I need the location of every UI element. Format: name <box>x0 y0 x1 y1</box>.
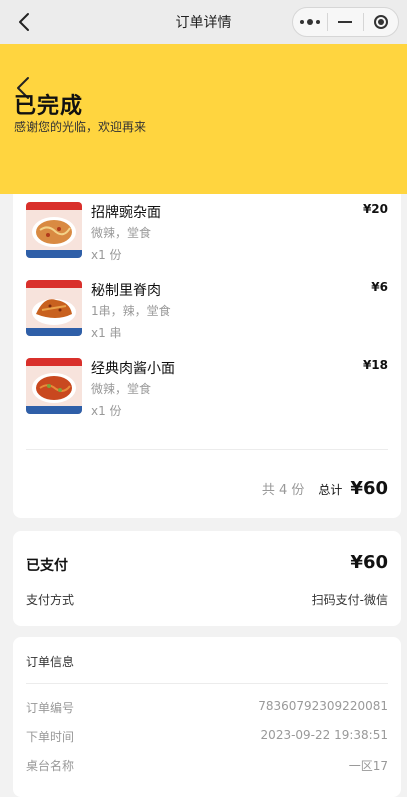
item-spec: 1串，辣，堂食 <box>91 304 171 318</box>
total-label: 总计 <box>318 483 343 497</box>
nav-bar: 订单详情 <box>0 0 407 44</box>
page-title: 订单详情 <box>175 15 232 31</box>
total-value: ¥60 <box>350 478 388 499</box>
order-number[interactable]: 78360792309220081 <box>258 699 388 713</box>
more-button[interactable] <box>293 8 327 36</box>
info-label: 桌台名称 <box>26 759 75 773</box>
dish-thumbnail <box>26 202 82 258</box>
dish-thumbnail <box>26 280 82 336</box>
close-button[interactable] <box>364 8 398 36</box>
order-summary: 共 4 份 总计 ¥60 <box>262 478 388 499</box>
order-info-card: 订单信息 订单编号 78360792309220081 下单时间 2023-09… <box>13 637 401 797</box>
item-count: 共 4 份 <box>261 483 305 498</box>
item-quantity: x1 串 <box>91 326 122 340</box>
order-item[interactable]: 经典肉酱小面 微辣，堂食 x1 份 ¥18 <box>26 358 388 418</box>
items-divider <box>26 449 388 450</box>
order-item[interactable]: 招牌豌杂面 微辣，堂食 x1 份 ¥20 <box>26 202 388 262</box>
item-price: ¥18 <box>362 358 388 372</box>
payment-amount: ¥60 <box>350 552 388 573</box>
info-divider <box>26 683 388 684</box>
mini-program-capsule <box>292 7 399 37</box>
close-target-icon <box>373 15 388 29</box>
item-name: 秘制里脊肉 <box>91 283 161 299</box>
payment-status: 已支付 <box>26 558 68 574</box>
more-dots-icon <box>300 19 321 25</box>
item-spec: 微辣，堂食 <box>91 382 152 396</box>
order-items-card: 招牌豌杂面 微辣，堂食 x1 份 ¥20 秘制里脊肉 1串，辣，堂食 x1 串 … <box>13 194 401 518</box>
order-time-row: 下单时间 2023-09-22 19:38:51 <box>26 728 388 746</box>
order-info-title: 订单信息 <box>26 655 75 669</box>
minimize-button[interactable] <box>328 8 362 36</box>
dish-thumbnail <box>26 358 82 414</box>
item-quantity: x1 份 <box>91 248 122 262</box>
order-status-subtitle: 感谢您的光临，欢迎再来 <box>14 120 147 134</box>
table-name-row: 桌台名称 一区17 <box>26 757 388 775</box>
item-name: 经典肉酱小面 <box>91 361 175 377</box>
item-quantity: x1 份 <box>91 404 122 418</box>
order-status-title: 已完成 <box>14 94 84 119</box>
payment-method-label: 支付方式 <box>26 593 75 607</box>
item-spec: 微辣，堂食 <box>91 226 152 240</box>
payment-card: 已支付 ¥60 支付方式 扫码支付-微信 <box>13 531 401 626</box>
item-price: ¥6 <box>371 280 388 294</box>
chevron-left-icon <box>19 13 29 31</box>
item-price: ¥20 <box>362 202 388 216</box>
minus-icon <box>338 21 353 23</box>
payment-method-value: 扫码支付-微信 <box>311 593 388 607</box>
order-number-row: 订单编号 78360792309220081 <box>26 699 388 717</box>
order-time: 2023-09-22 19:38:51 <box>260 728 388 742</box>
info-label: 下单时间 <box>26 730 75 744</box>
info-label: 订单编号 <box>26 701 75 715</box>
back-button[interactable] <box>14 11 34 33</box>
order-item[interactable]: 秘制里脊肉 1串，辣，堂食 x1 串 ¥6 <box>26 280 388 340</box>
table-name: 一区17 <box>348 759 388 773</box>
item-name: 招牌豌杂面 <box>91 205 161 221</box>
